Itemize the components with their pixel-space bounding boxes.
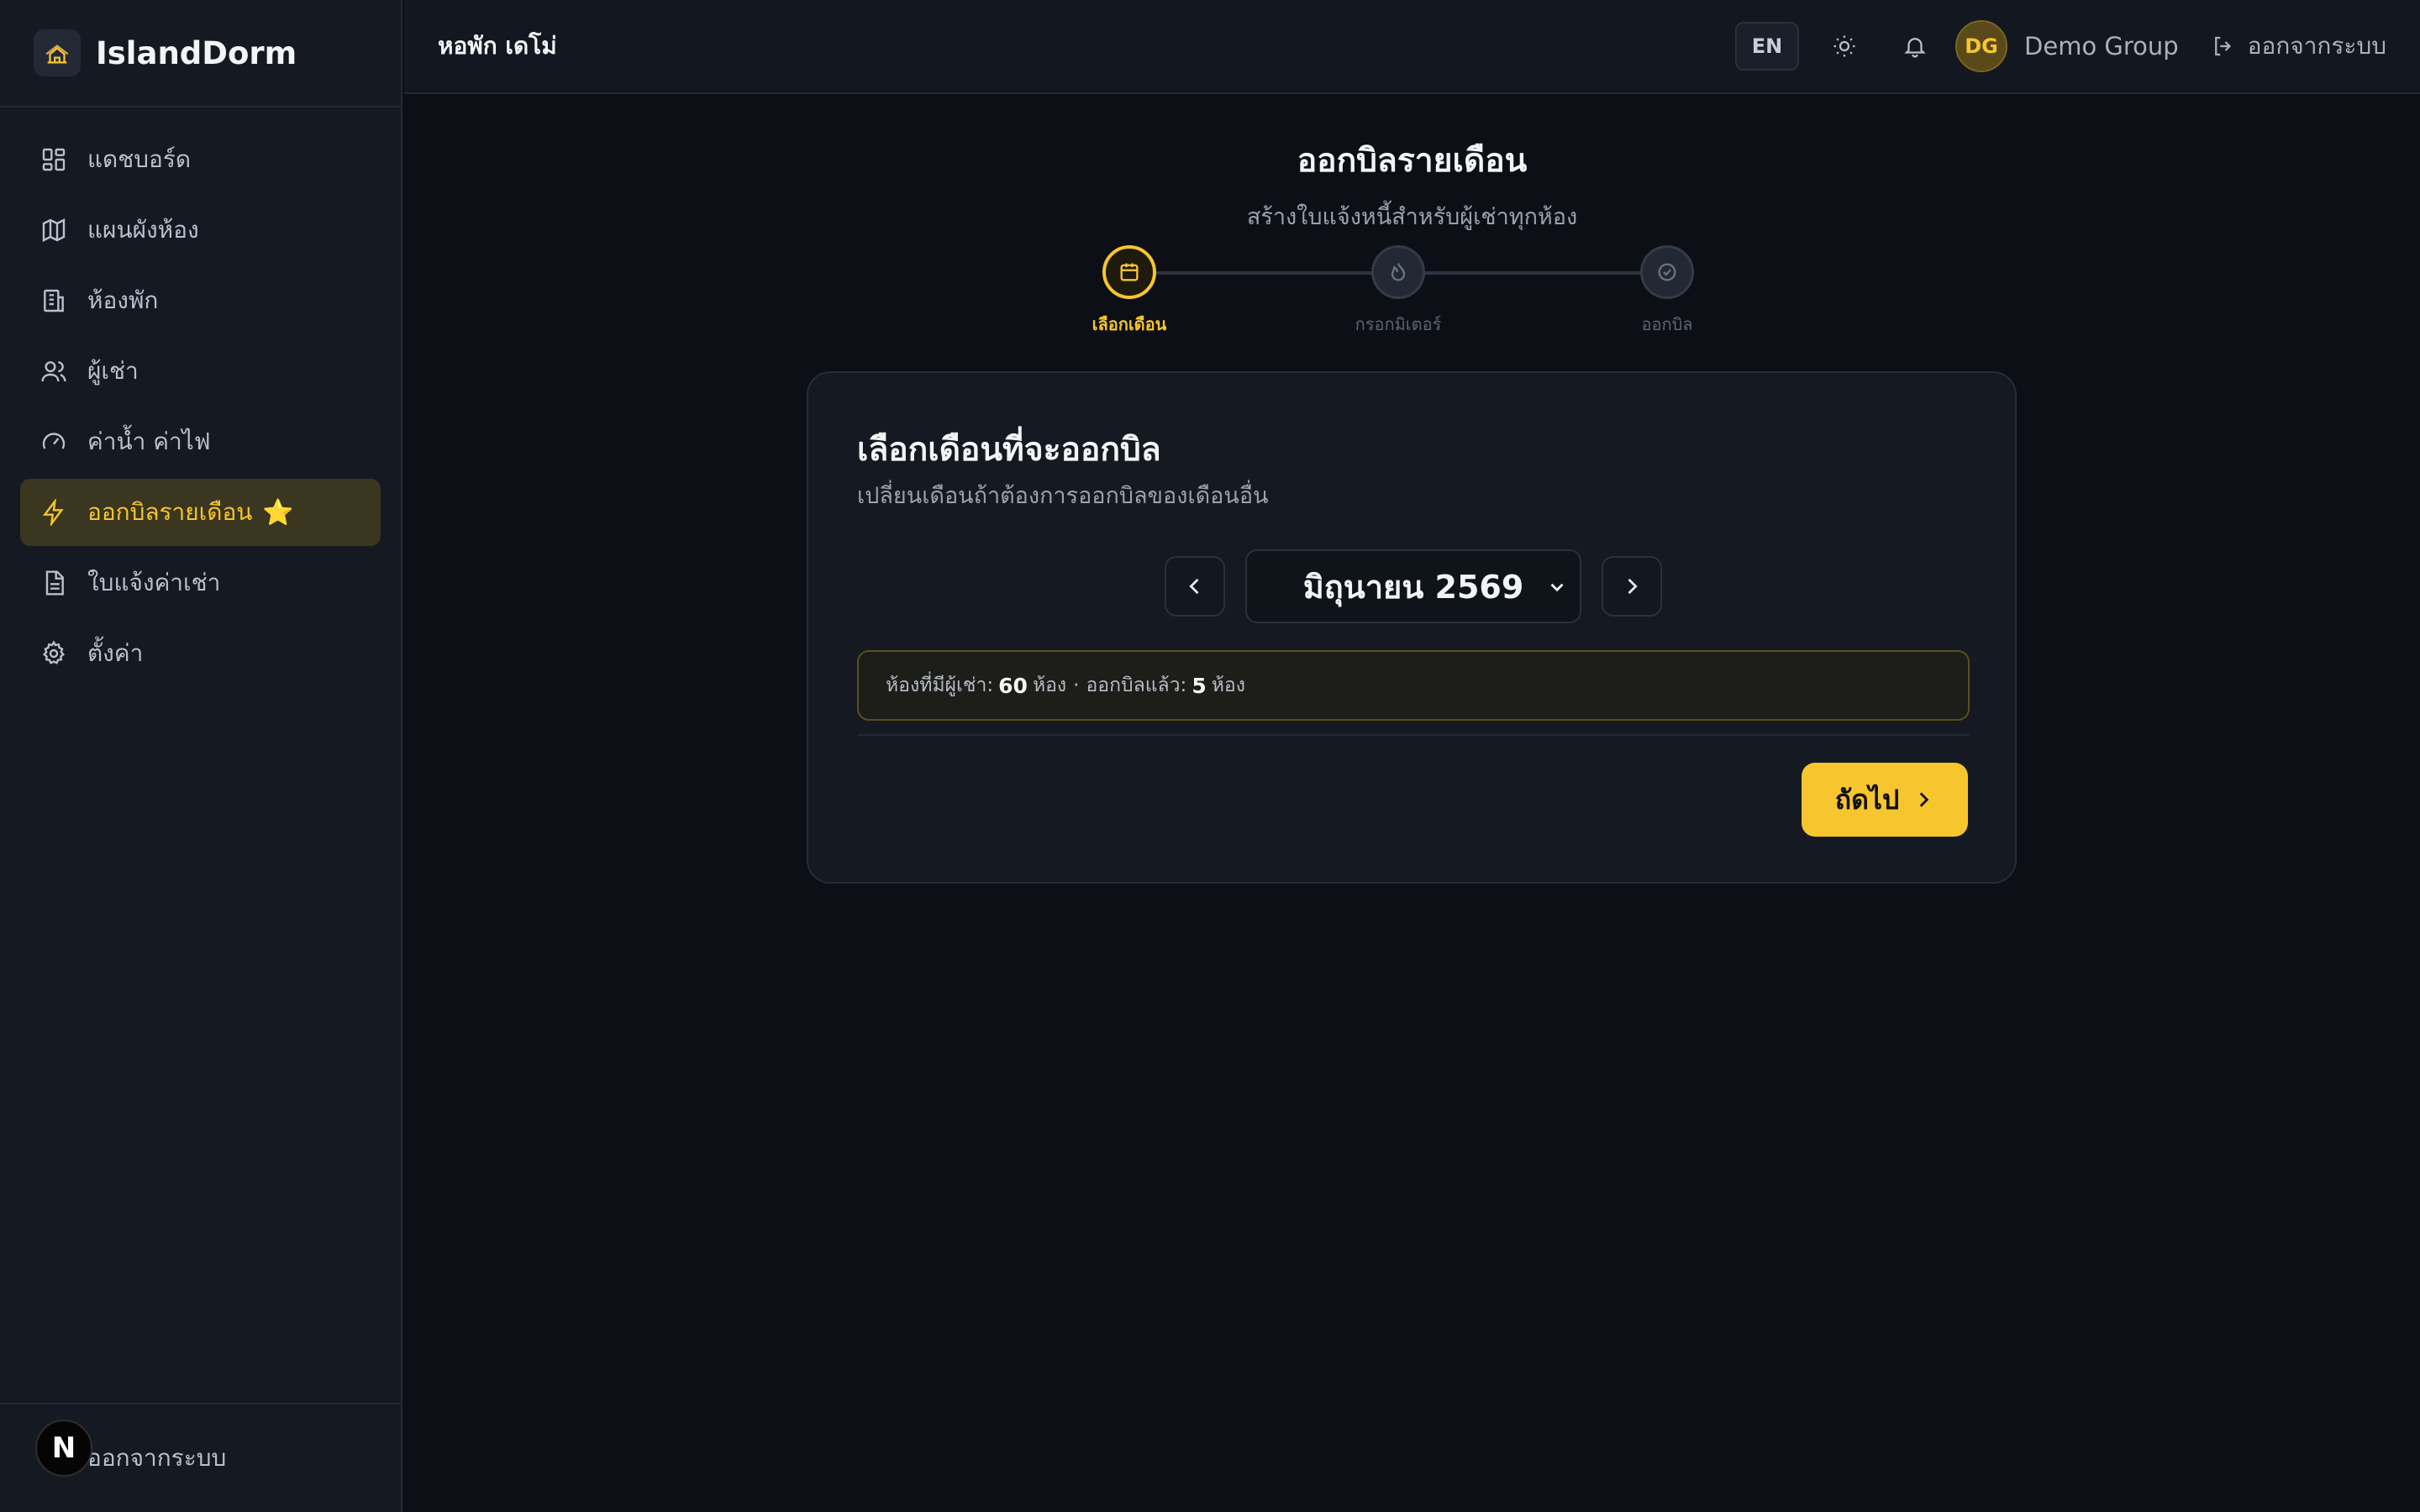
step-label: กรอกมิเตอร์ xyxy=(1355,314,1442,334)
topbar: หอพัก เดโม่ EN DG Demo Group ออกจากระบบ xyxy=(404,0,2420,94)
selected-month: มิถุนายน 2569 xyxy=(1302,568,1524,606)
sidebar-item-settings[interactable]: ตั้งค่า xyxy=(20,620,381,687)
logout-button[interactable]: ออกจากระบบ xyxy=(2211,28,2386,65)
sidebar-item-rooms[interactable]: ห้องพัก xyxy=(20,267,381,334)
sidebar-item-label: แผนผังห้อง xyxy=(87,216,199,244)
step-issue-bill[interactable]: ออกบิล xyxy=(1600,245,1734,338)
sidebar-item-tenants[interactable]: ผู้เช่า xyxy=(20,338,381,405)
brand[interactable]: IslandDorm xyxy=(0,0,401,108)
chevron-right-icon xyxy=(1628,578,1638,595)
users-icon xyxy=(41,361,66,382)
prev-month-button[interactable] xyxy=(1165,556,1225,617)
select-month-card: เลือกเดือนที่จะออกบิล เปลี่ยนเดือนถ้าต้อ… xyxy=(807,371,2017,884)
gauge-icon xyxy=(42,433,66,449)
next-button[interactable]: ถัดไป xyxy=(1802,763,1968,837)
brand-logo-icon xyxy=(34,29,81,76)
chevron-left-icon xyxy=(1189,578,1199,595)
card-title: เลือกเดือนที่จะออกบิล xyxy=(857,431,1161,469)
step-enter-meter[interactable]: กรอกมิเตอร์ xyxy=(1331,245,1465,338)
dorm-title: หอพัก เดโม่ xyxy=(438,32,557,60)
unit-label: ห้อง xyxy=(1211,675,1245,696)
next-month-button[interactable] xyxy=(1602,556,1662,617)
occupied-label: ห้องที่มีผู้เช่า: xyxy=(886,675,994,696)
topbar-actions: EN DG Demo Group ออกจากระบบ xyxy=(1735,20,2386,72)
dashboard-icon xyxy=(42,148,66,171)
gear-icon xyxy=(42,640,66,664)
user-name[interactable]: Demo Group xyxy=(2024,32,2179,60)
sidebar-item-floorplan[interactable]: แผนผังห้อง xyxy=(20,197,381,264)
bell-icon xyxy=(1904,38,1926,58)
sidebar-item-label: ตั้งค่า xyxy=(87,639,144,667)
sun-icon xyxy=(1833,35,1855,57)
star-icon: ⭐ xyxy=(262,497,294,528)
n-badge-icon[interactable]: N xyxy=(35,1420,92,1477)
sidebar-item-label: ออกบิลรายเดือน xyxy=(87,498,253,526)
sidebar-item-label: แดชบอร์ด xyxy=(87,145,192,173)
map-icon xyxy=(42,218,66,242)
step-label: ออกบิล xyxy=(1641,314,1693,334)
sidebar-item-label: ห้องพัก xyxy=(87,286,159,314)
chevron-right-icon xyxy=(1920,792,1929,807)
billed-count: 5 xyxy=(1192,673,1207,698)
logout-label: ออกจากระบบ xyxy=(2247,32,2386,60)
sidebar-item-label: ใบแจ้งค่าเช่า xyxy=(87,569,221,596)
building-icon xyxy=(44,289,64,312)
sidebar: IslandDorm แดชบอร์ด แผนผังห้อง ห้องพัก ผ… xyxy=(0,0,402,1512)
separator: · xyxy=(1073,675,1080,696)
flame-icon xyxy=(1371,245,1425,299)
calendar-icon xyxy=(1102,245,1156,299)
stepper: เลือกเดือน กรอกมิเตอร์ ออกบิล xyxy=(1062,245,1734,338)
theme-toggle-button[interactable] xyxy=(1819,21,1870,71)
brand-name: IslandDorm xyxy=(96,34,297,71)
sidebar-item-monthly-billing[interactable]: ออกบิลรายเดือน ⭐ xyxy=(20,479,381,546)
step-label: เลือกเดือน xyxy=(1092,314,1167,334)
month-picker: มิถุนายน 2569 xyxy=(808,549,2015,623)
step-select-month[interactable]: เลือกเดือน xyxy=(1062,245,1197,338)
avatar[interactable]: DG xyxy=(1955,20,2008,72)
occupied-count: 60 xyxy=(998,673,1028,698)
logout-icon xyxy=(2214,36,2231,56)
sidebar-item-utilities[interactable]: ค่าน้ำ ค่าไฟ xyxy=(20,408,381,475)
language-button[interactable]: EN xyxy=(1735,22,1800,71)
room-summary: ห้องที่มีผู้เช่า: 60 ห้อง · ออกบิลแล้ว: … xyxy=(857,650,1970,721)
sidebar-item-label: ค่าน้ำ ค่าไฟ xyxy=(87,428,211,455)
page-subtitle: สร้างใบแจ้งหนี้สำหรับผู้เช่าทุกห้อง xyxy=(1246,204,1578,230)
lightning-icon xyxy=(42,499,64,526)
check-circle-icon xyxy=(1640,245,1694,299)
notifications-button[interactable] xyxy=(1890,21,1940,71)
sidebar-item-label: ผู้เช่า xyxy=(87,357,139,385)
unit-label: ห้อง xyxy=(1032,675,1067,696)
sidebar-nav: แดชบอร์ด แผนผังห้อง ห้องพัก ผู้เช่า ค่าน… xyxy=(0,108,401,687)
page-title: ออกบิลรายเดือน xyxy=(1297,142,1528,180)
page-header: ออกบิลรายเดือน สร้างใบแจ้งหนี้สำหรับผู้เ… xyxy=(404,134,2420,234)
month-select[interactable]: มิถุนายน 2569 xyxy=(1245,549,1581,623)
card-subtitle: เปลี่ยนเดือนถ้าต้องการออกบิลของเดือนอื่น xyxy=(857,483,1269,509)
sidebar-item-invoices[interactable]: ใบแจ้งค่าเช่า xyxy=(20,549,381,617)
chevron-down-icon xyxy=(1550,583,1564,592)
next-button-label: ถัดไป xyxy=(1834,783,1900,816)
sidebar-item-dashboard[interactable]: แดชบอร์ด xyxy=(20,126,381,193)
divider xyxy=(857,734,1970,736)
document-icon xyxy=(45,570,64,596)
sidebar-logout-label: ออกจากระบบ xyxy=(87,1444,227,1472)
billed-label: ออกบิลแล้ว: xyxy=(1086,675,1187,696)
